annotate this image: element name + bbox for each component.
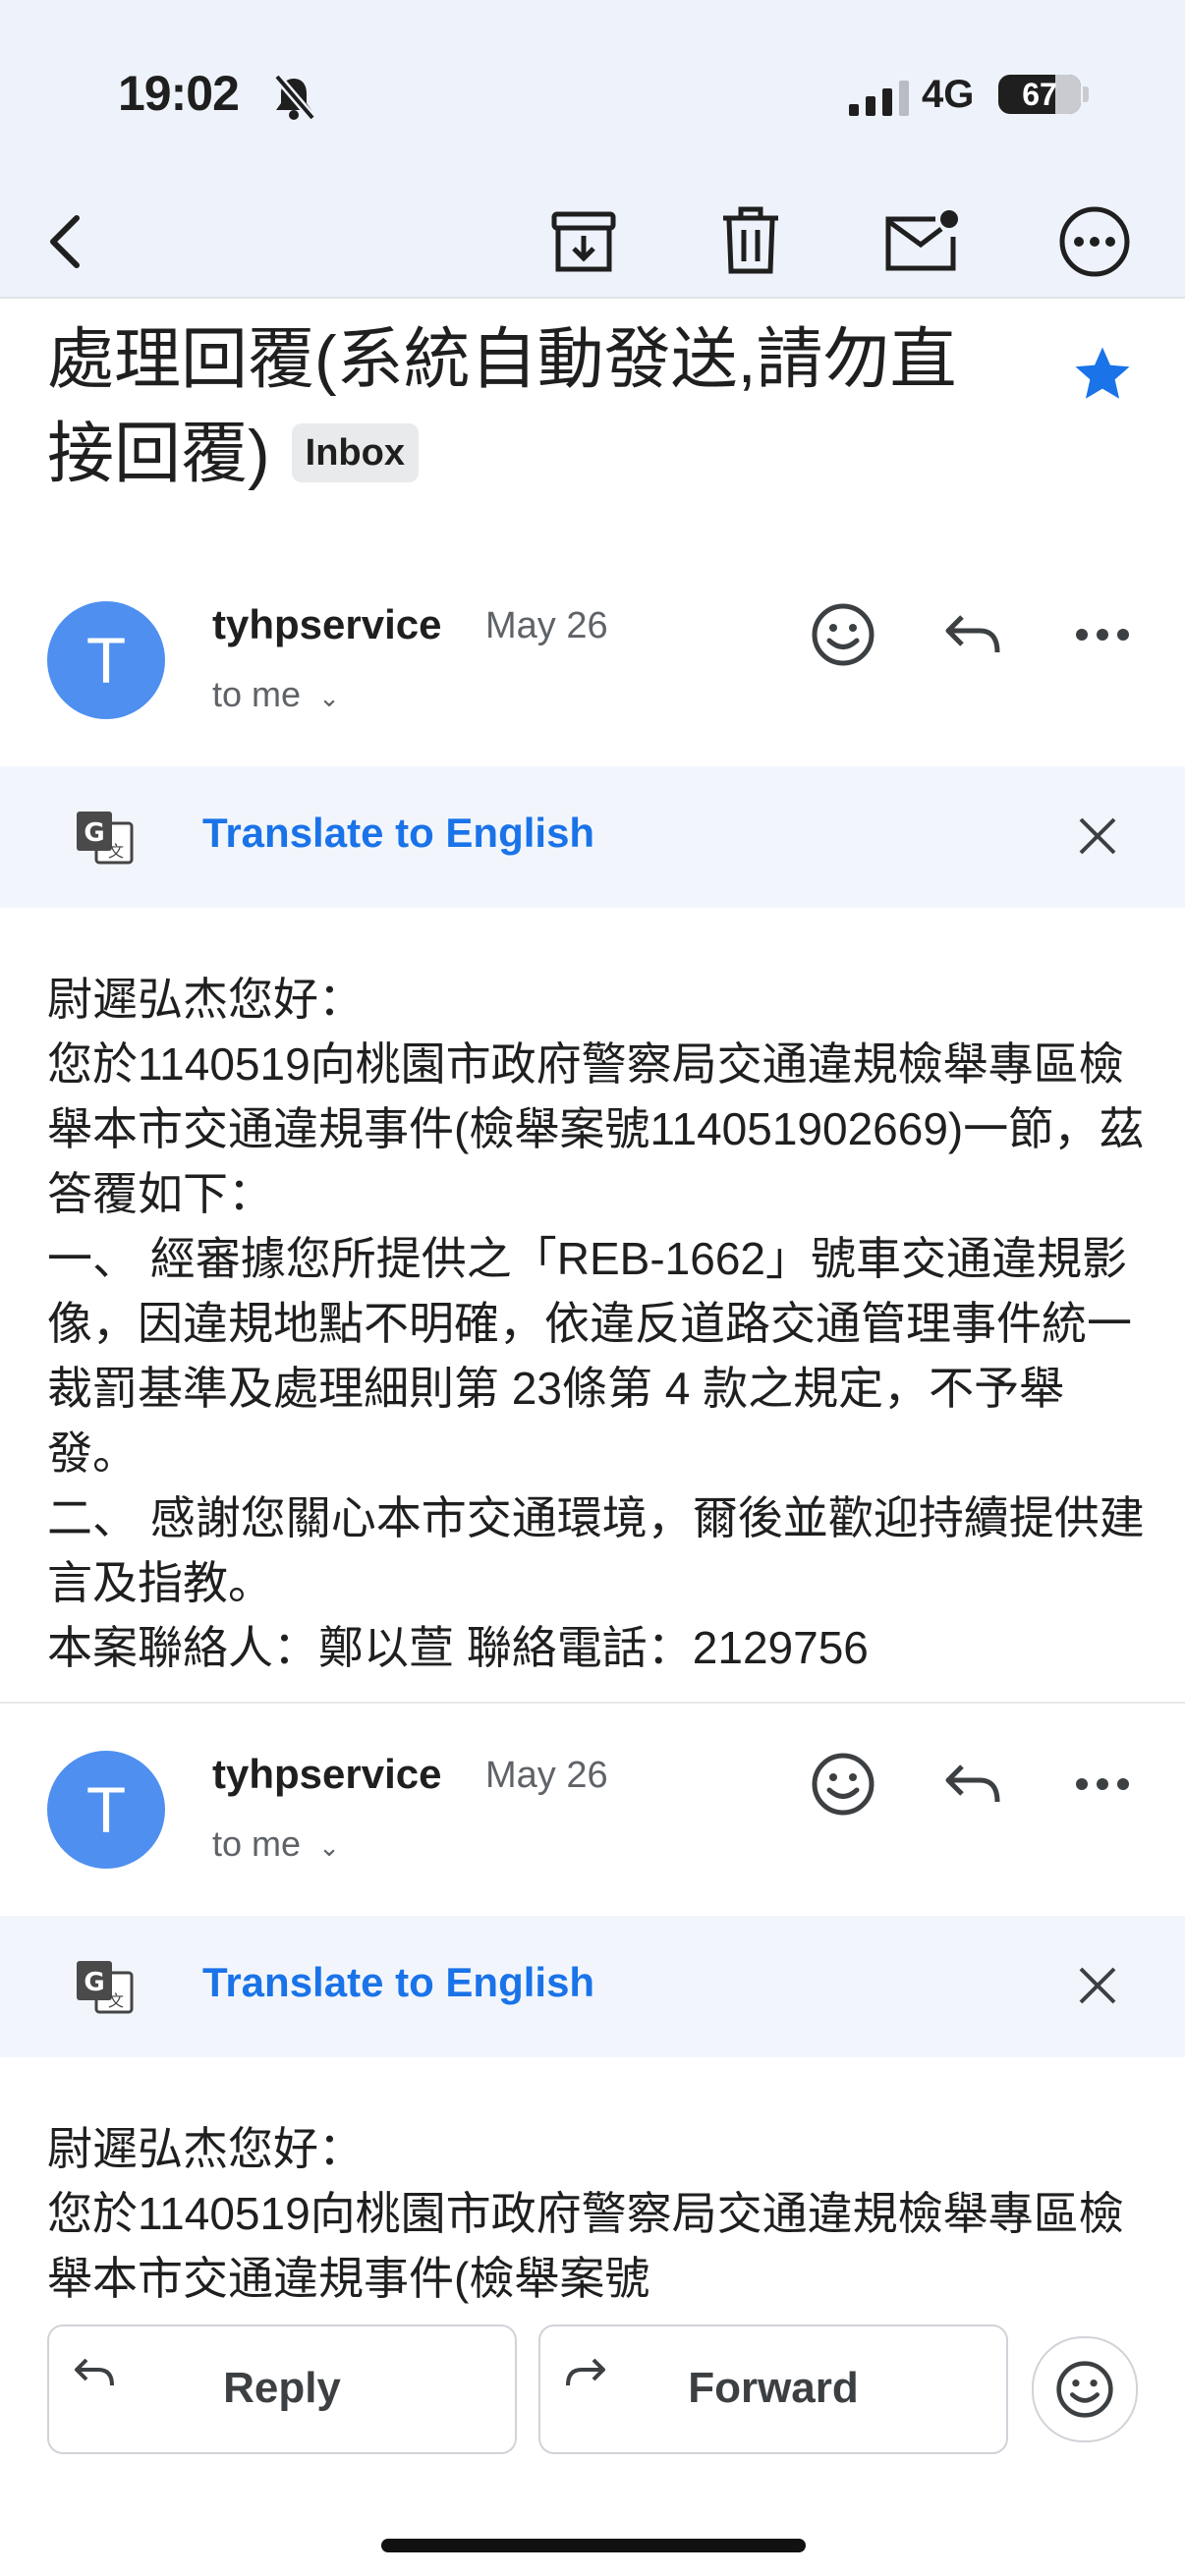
message-body: 尉遲弘杰您好： 您於1140519向桃園市政府警察局交通違規檢舉專區檢舉本市交通… — [47, 2123, 1124, 2304]
reply-button[interactable] — [933, 1745, 1012, 1823]
avatar[interactable]: T — [47, 601, 165, 719]
translate-icon: G 文 — [75, 810, 136, 873]
translate-link[interactable]: Translate to English — [202, 1959, 594, 2006]
smiley-icon — [812, 603, 875, 666]
trash-icon — [723, 206, 778, 274]
archive-button[interactable] — [535, 187, 633, 297]
translate-bar: G 文 Translate to English — [0, 1916, 1185, 2057]
reply-action-button[interactable]: Reply — [47, 2324, 517, 2454]
reply-icon — [945, 1764, 1000, 1803]
svg-text:G: G — [84, 818, 104, 848]
add-reaction-button[interactable] — [804, 1745, 882, 1823]
recipient-toggle[interactable]: to me ⌄ — [212, 1823, 340, 1865]
subject-text: 處理回覆(系統自動發送,請勿直接回覆) — [47, 322, 957, 491]
email-subject: 處理回覆(系統自動發送,請勿直接回覆) Inbox — [47, 312, 1020, 501]
message-divider — [0, 1702, 1185, 1704]
message-body: 尉遲弘杰您好： 您於1140519向桃園市政府警察局交通違規檢舉專區檢舉本市交通… — [47, 974, 1145, 1673]
message-date: May 26 — [485, 605, 608, 646]
bell-muted-icon — [271, 73, 316, 127]
delete-button[interactable] — [702, 187, 800, 297]
mail-unread-icon — [885, 210, 958, 271]
star-icon — [1075, 347, 1130, 399]
battery-icon: 67 — [998, 75, 1081, 114]
close-translate-button[interactable] — [1075, 1963, 1120, 2013]
svg-text:文: 文 — [108, 1991, 124, 2010]
email-toolbar — [0, 187, 1185, 299]
react-emoji-button[interactable] — [1032, 2336, 1138, 2442]
close-translate-button[interactable] — [1075, 813, 1120, 864]
chevron-down-icon: ⌄ — [318, 683, 340, 712]
smiley-icon — [1056, 2361, 1113, 2418]
add-reaction-button[interactable] — [804, 595, 882, 674]
translate-bar: G 文 Translate to English — [0, 766, 1185, 908]
inbox-label[interactable]: Inbox — [291, 423, 419, 483]
network-type: 4G — [922, 73, 975, 116]
close-icon — [1079, 817, 1116, 855]
status-bar: 19:02 4G 67 — [0, 0, 1185, 187]
more-horizontal-icon — [1076, 629, 1129, 641]
cellular-signal-icon — [849, 81, 909, 116]
recipient-label: to me — [212, 674, 302, 714]
reply-label: Reply — [223, 2364, 341, 2412]
recipient-label: to me — [212, 1823, 302, 1864]
forward-label: Forward — [688, 2364, 859, 2412]
sender-name[interactable]: tyhpservice — [212, 1751, 441, 1798]
message-more-button[interactable] — [1063, 595, 1142, 674]
close-icon — [1079, 1967, 1116, 2004]
message-date: May 26 — [485, 1755, 608, 1796]
recipient-toggle[interactable]: to me ⌄ — [212, 674, 340, 715]
more-horizontal-icon — [1076, 1778, 1129, 1790]
home-indicator[interactable] — [381, 2539, 806, 2552]
svg-text:G: G — [84, 1968, 104, 1997]
message-more-button[interactable] — [1063, 1745, 1142, 1823]
reply-icon — [945, 615, 1000, 653]
sender-name[interactable]: tyhpservice — [212, 601, 441, 648]
more-options-button[interactable] — [1045, 187, 1144, 297]
battery-level: 67 — [1022, 77, 1057, 112]
forward-action-button[interactable]: Forward — [538, 2324, 1008, 2454]
battery-tip — [1083, 86, 1089, 102]
star-button[interactable] — [1069, 342, 1136, 412]
more-horizontal-icon — [1059, 206, 1130, 277]
chevron-down-icon: ⌄ — [318, 1832, 340, 1862]
archive-icon — [551, 211, 616, 272]
translate-link[interactable]: Translate to English — [202, 810, 594, 857]
mark-unread-button[interactable] — [873, 187, 971, 297]
translate-icon: G 文 — [75, 1959, 136, 2023]
back-button[interactable] — [18, 187, 116, 297]
status-time: 19:02 — [118, 66, 240, 121]
avatar[interactable]: T — [47, 1751, 165, 1869]
svg-text:文: 文 — [108, 842, 124, 861]
back-arrow-icon — [50, 215, 80, 268]
smiley-icon — [812, 1753, 875, 1816]
reply-button[interactable] — [933, 595, 1012, 674]
